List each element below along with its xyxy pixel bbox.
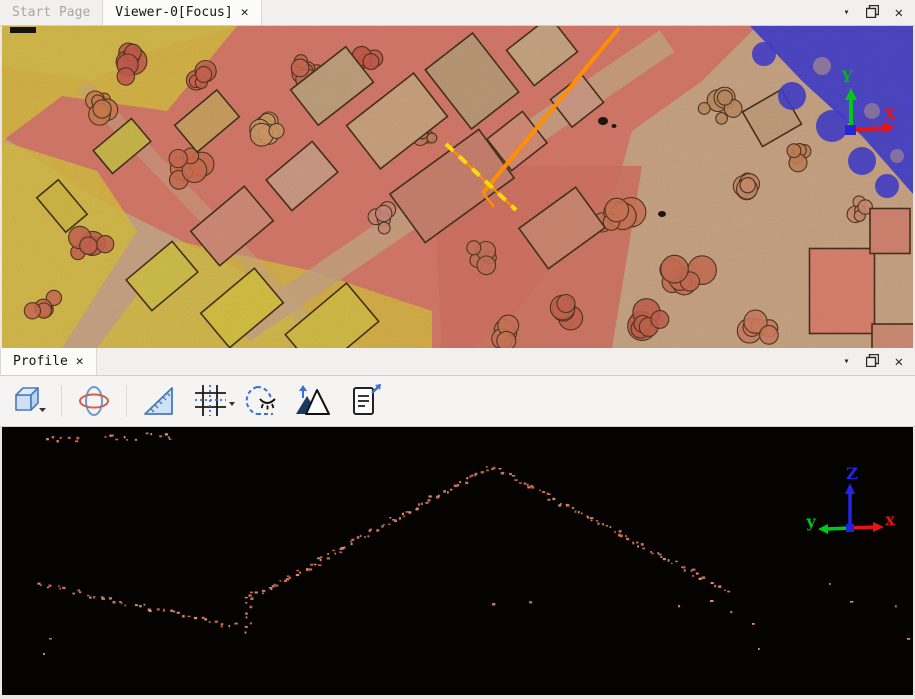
grid-settings-button[interactable] bbox=[193, 380, 235, 422]
svg-text:X: X bbox=[884, 105, 897, 124]
mountain-profile-icon bbox=[294, 383, 330, 419]
close-icon[interactable]: ✕ bbox=[241, 6, 249, 19]
map-viewport[interactable]: Y X bbox=[0, 26, 915, 348]
viewer-tabbar: Start Page Viewer-0[Focus] ✕ ▾ ✕ bbox=[0, 0, 915, 26]
panel-menu-icon[interactable]: ▾ bbox=[844, 356, 850, 367]
triangle-ruler-button[interactable] bbox=[138, 380, 180, 422]
svg-text:Z: Z bbox=[846, 464, 858, 483]
report-icon bbox=[347, 383, 383, 419]
triangle-ruler-icon bbox=[141, 383, 177, 419]
viewer-panel-controls: ▾ ✕ bbox=[844, 0, 915, 25]
profile-panel-controls: ▾ ✕ bbox=[844, 348, 915, 375]
orbit-rotate-button[interactable] bbox=[73, 380, 115, 422]
orbit-rotate-icon bbox=[76, 383, 112, 419]
eye-hide-profile-button[interactable] bbox=[242, 380, 284, 422]
panel-menu-icon[interactable]: ▾ bbox=[844, 7, 850, 18]
mountain-profile-button[interactable] bbox=[291, 380, 333, 422]
profile-toolbar bbox=[0, 376, 915, 427]
grid-icon bbox=[193, 383, 235, 419]
application-window: Start Page Viewer-0[Focus] ✕ ▾ ✕ bbox=[0, 0, 915, 699]
profile-render: Z y x bbox=[2, 427, 913, 691]
cube-view-button[interactable] bbox=[8, 380, 50, 422]
close-panel-icon[interactable]: ✕ bbox=[895, 355, 903, 369]
svg-text:x: x bbox=[885, 510, 895, 529]
float-window-icon[interactable] bbox=[866, 352, 879, 371]
float-window-icon[interactable] bbox=[866, 3, 879, 22]
tab-viewer-0[interactable]: Viewer-0[Focus] ✕ bbox=[102, 0, 261, 25]
tab-profile-label: Profile bbox=[13, 354, 68, 369]
profile-tabbar: Profile ✕ ▾ ✕ bbox=[0, 348, 915, 376]
svg-text:Y: Y bbox=[840, 67, 853, 86]
close-panel-icon[interactable]: ✕ bbox=[895, 6, 903, 20]
profile-viewport[interactable]: Z y x bbox=[0, 427, 915, 695]
toolbar-separator bbox=[61, 385, 62, 417]
toolbar-separator bbox=[126, 385, 127, 417]
bottom-border bbox=[0, 695, 915, 699]
eye-hide-icon bbox=[244, 383, 282, 419]
profile-report-button[interactable] bbox=[344, 380, 386, 422]
tab-profile[interactable]: Profile ✕ bbox=[0, 348, 97, 375]
tab-start-page[interactable]: Start Page bbox=[0, 0, 102, 25]
svg-text:y: y bbox=[805, 512, 816, 531]
tab-viewer-0-label: Viewer-0[Focus] bbox=[115, 5, 232, 20]
map-render: Y X bbox=[2, 26, 913, 348]
close-icon[interactable]: ✕ bbox=[76, 355, 84, 368]
cube-view-icon bbox=[11, 383, 47, 419]
tab-start-page-label: Start Page bbox=[12, 5, 90, 20]
